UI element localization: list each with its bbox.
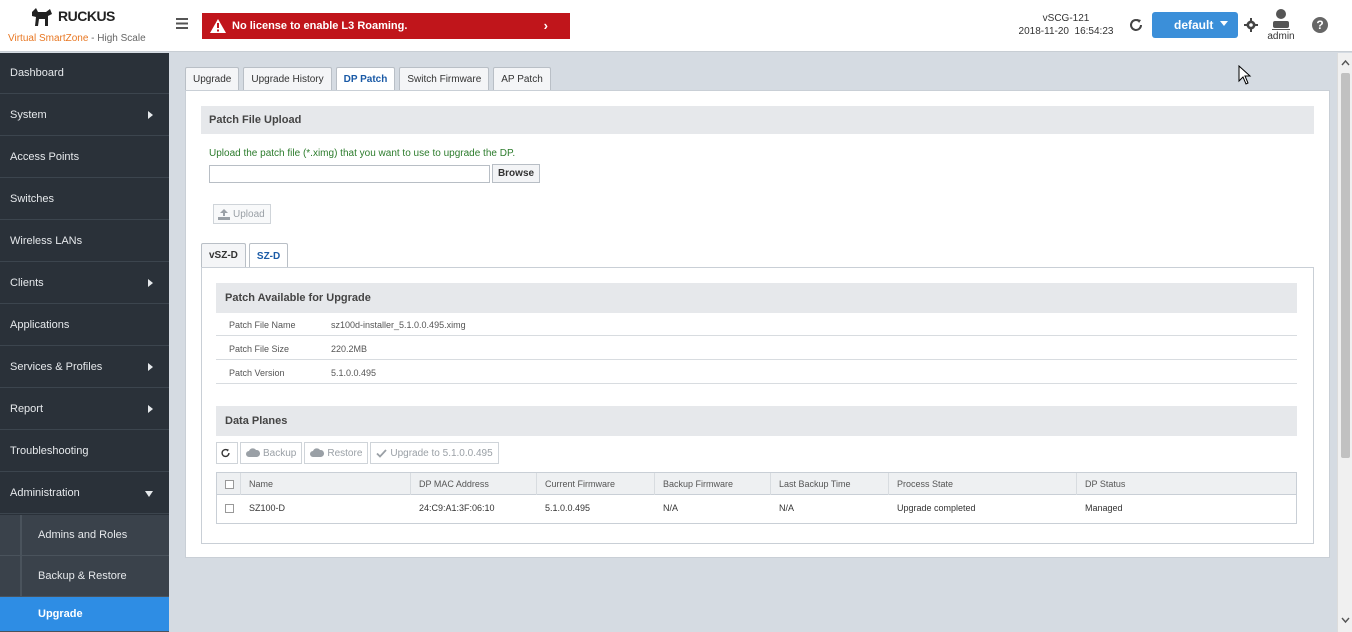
scroll-up-icon[interactable] xyxy=(1341,59,1350,68)
top-header: RUCKUS Virtual SmartZone - High Scale No… xyxy=(0,0,1352,52)
cell-process-state: Upgrade completed xyxy=(897,503,976,513)
arrow-right-icon xyxy=(148,405,153,413)
arrow-right-icon xyxy=(148,279,153,287)
data-planes-header: Data Planes xyxy=(216,406,1297,436)
arrow-right-icon xyxy=(148,363,153,371)
sidebar-item-administration[interactable]: Administration xyxy=(0,473,169,514)
upgrade-tabs: Upgrade Upgrade History DP Patch Switch … xyxy=(185,67,555,91)
browse-button[interactable]: Browse xyxy=(492,164,540,183)
domain-select-button[interactable]: default xyxy=(1152,12,1238,38)
page-scrollbar[interactable] xyxy=(1337,53,1352,632)
cloud-backup-icon xyxy=(246,448,260,457)
sidebar-item-report[interactable]: Report xyxy=(0,389,169,430)
upload-button[interactable]: Upload xyxy=(213,204,271,224)
logo-text: RUCKUS xyxy=(58,8,115,24)
sidebar-item-system[interactable]: System xyxy=(0,95,169,136)
product-subtitle: Virtual SmartZone - High Scale xyxy=(8,33,146,44)
sidebar-item-services-profiles[interactable]: Services & Profiles xyxy=(0,347,169,388)
warning-icon xyxy=(210,19,226,33)
arrow-down-icon xyxy=(145,491,153,497)
caret-down-icon xyxy=(1220,21,1228,26)
gear-icon[interactable] xyxy=(1244,18,1258,32)
cell-backup-firmware: N/A xyxy=(663,503,679,513)
chevron-right-icon[interactable]: › xyxy=(544,18,548,33)
patch-version-row: Patch Version 5.1.0.0.495 xyxy=(216,362,1297,384)
sidebar-item-applications[interactable]: Applications xyxy=(0,305,169,346)
sidebar-item-troubleshooting[interactable]: Troubleshooting xyxy=(0,431,169,472)
tab-ap-patch[interactable]: AP Patch xyxy=(493,67,551,90)
tab-upgrade[interactable]: Upgrade xyxy=(185,67,240,90)
cluster-name: vSCG-121 xyxy=(1042,13,1090,24)
tab-dp-patch[interactable]: DP Patch xyxy=(335,67,396,91)
patch-upload-header: Patch File Upload xyxy=(201,106,1314,134)
cell-name: SZ100-D xyxy=(249,503,286,513)
row-checkbox[interactable] xyxy=(225,503,234,513)
scroll-thumb[interactable] xyxy=(1341,73,1350,458)
upgrade-dp-button[interactable]: Upgrade to 5.1.0.0.495 xyxy=(370,442,499,464)
ruckus-logo[interactable]: RUCKUS Virtual SmartZone - High Scale xyxy=(8,6,158,48)
table-row[interactable]: SZ100-D 24:C9:A1:3F:06:10 5.1.0.0.495 N/… xyxy=(217,496,1296,520)
column-header[interactable]: Name xyxy=(241,473,411,495)
cell-dp-status: Managed xyxy=(1085,503,1123,513)
domain-label: default xyxy=(1174,18,1214,32)
sidebar-subitem-admins-roles[interactable]: Admins and Roles xyxy=(0,515,169,556)
cell-current-firmware: 5.1.0.0.495 xyxy=(545,503,591,513)
refresh-icon xyxy=(221,448,230,458)
restore-button[interactable]: Restore xyxy=(304,442,369,464)
cluster-datetime: 2018-11-20 16:54:23 xyxy=(1018,26,1114,37)
data-planes-table: Name DP MAC Address Current Firmware Bac… xyxy=(216,472,1297,524)
cluster-info: vSCG-121 2018-11-20 16:54:23 xyxy=(1010,12,1122,38)
refresh-button[interactable] xyxy=(216,442,238,464)
upload-icon xyxy=(218,208,230,220)
patch-available-header: Patch Available for Upgrade xyxy=(216,283,1297,313)
cloud-restore-icon xyxy=(310,448,325,457)
license-alert-banner[interactable]: No license to enable L3 Roaming. › xyxy=(202,13,570,39)
menu-toggle-icon[interactable] xyxy=(176,18,190,30)
data-planes-toolbar: Backup Restore Upgrade to 5.1.0.0.495 xyxy=(216,442,501,464)
sidebar-subitem-backup-restore[interactable]: Backup & Restore xyxy=(0,556,169,597)
alert-text: No license to enable L3 Roaming. xyxy=(232,20,408,32)
user-name: admin xyxy=(1267,31,1295,42)
cell-mac: 24:C9:A1:3F:06:10 xyxy=(419,503,495,513)
arrow-right-icon xyxy=(148,111,153,119)
sidebar-item-dashboard[interactable]: Dashboard xyxy=(0,53,169,94)
tab-vsz-d[interactable]: vSZ-D xyxy=(201,243,246,267)
cell-last-backup: N/A xyxy=(779,503,795,513)
dp-type-tabs: vSZ-D SZ-D xyxy=(201,243,291,268)
patch-file-input[interactable] xyxy=(209,165,490,183)
table-header: Name DP MAC Address Current Firmware Bac… xyxy=(217,473,1296,495)
column-header[interactable]: Backup Firmware xyxy=(655,473,771,495)
refresh-icon[interactable] xyxy=(1128,17,1144,33)
sidebar: Dashboard System Access Points Switches … xyxy=(0,53,169,632)
sidebar-item-switches[interactable]: Switches xyxy=(0,179,169,220)
sidebar-item-wireless-lans[interactable]: Wireless LANs xyxy=(0,221,169,262)
tab-upgrade-history[interactable]: Upgrade History xyxy=(243,67,332,90)
mouse-cursor-icon xyxy=(1238,65,1252,85)
sidebar-item-access-points[interactable]: Access Points xyxy=(0,137,169,178)
user-avatar-icon xyxy=(1272,9,1290,30)
backup-button[interactable]: Backup xyxy=(240,442,303,464)
column-header[interactable]: DP Status xyxy=(1077,473,1296,495)
tab-sz-d[interactable]: SZ-D xyxy=(248,243,289,268)
sidebar-subitem-upgrade[interactable]: Upgrade xyxy=(0,597,169,632)
select-all-checkbox[interactable] xyxy=(225,479,234,489)
column-header[interactable]: Last Backup Time xyxy=(771,473,889,495)
column-header[interactable]: Current Firmware xyxy=(537,473,655,495)
upload-hint-text: Upload the patch file (*.ximg) that you … xyxy=(209,148,516,159)
column-header[interactable]: DP MAC Address xyxy=(411,473,537,495)
patch-file-name-row: Patch File Name sz100d-installer_5.1.0.0… xyxy=(216,314,1297,336)
checkmark-icon xyxy=(376,448,388,458)
help-icon[interactable]: ? xyxy=(1312,17,1328,33)
sidebar-item-clients[interactable]: Clients xyxy=(0,263,169,304)
patch-file-size-row: Patch File Size 220.2MB xyxy=(216,338,1297,360)
column-header[interactable]: Process State xyxy=(889,473,1077,495)
user-menu[interactable]: admin xyxy=(1266,8,1296,44)
tab-switch-firmware[interactable]: Switch Firmware xyxy=(399,67,490,90)
scroll-down-icon[interactable] xyxy=(1341,615,1350,624)
